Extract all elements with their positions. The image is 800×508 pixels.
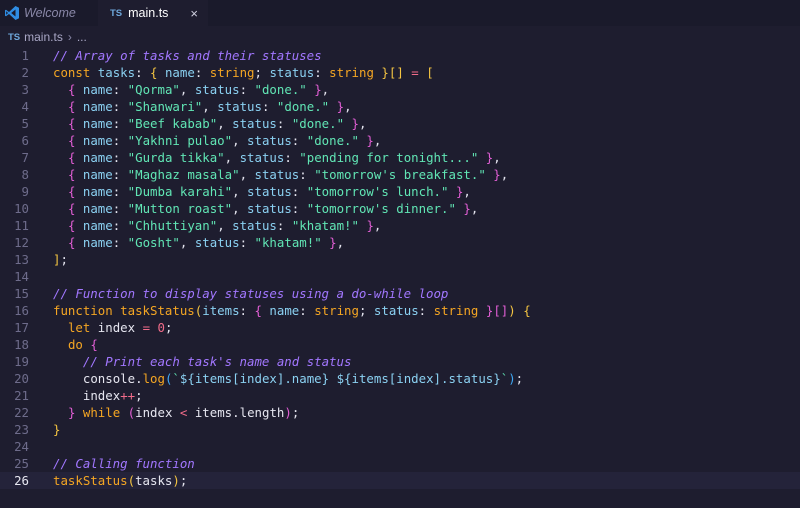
- code-line[interactable]: 23}: [0, 421, 800, 438]
- code-text: ];: [53, 252, 68, 267]
- line-number: 18: [14, 337, 29, 352]
- line-number: 5: [21, 116, 29, 131]
- code-text: } while (index < items.length);: [67, 405, 300, 420]
- code-line[interactable]: 14: [0, 268, 800, 285]
- code-text: taskStatus(tasks);: [53, 473, 188, 488]
- code-line[interactable]: 15 // Function to display statuses using …: [0, 285, 800, 302]
- code-line[interactable]: 6 { name: "Yakhni pulao", status: "done.…: [0, 132, 800, 149]
- code-line[interactable]: 21 index++;: [0, 387, 800, 404]
- code-line[interactable]: 1 // Array of tasks and their statuses: [0, 47, 800, 64]
- code-line[interactable]: 8 { name: "Maghaz masala", status: "tomo…: [0, 166, 800, 183]
- code-text: // Array of tasks and their statuses: [53, 48, 322, 63]
- code-text: { name: "Chhuttiyan", status: "khatam!" …: [67, 218, 382, 233]
- line-number: 15: [14, 286, 29, 301]
- code-line[interactable]: 12 { name: "Gosht", status: "khatam!" },: [0, 234, 800, 251]
- code-text: { name: "Dumba karahi", status: "tomorro…: [67, 184, 471, 199]
- line-number: 14: [14, 269, 29, 284]
- typescript-file-icon: TS: [8, 31, 21, 43]
- line-number: 12: [14, 235, 29, 250]
- code-line[interactable]: 20 console.log(`${items[index].name} ${i…: [0, 370, 800, 387]
- code-text: // Calling function: [53, 456, 195, 471]
- code-line[interactable]: 11 { name: "Chhuttiyan", status: "khatam…: [0, 217, 800, 234]
- typescript-file-icon: TS: [110, 7, 123, 19]
- code-text: function taskStatus(items: { name: strin…: [53, 303, 531, 318]
- code-line[interactable]: 2 const tasks: { name: string; status: st…: [0, 64, 800, 81]
- code-text: { name: "Shanwari", status: "done." },: [67, 99, 352, 114]
- code-line[interactable]: 19 // Print each task's name and status: [0, 353, 800, 370]
- line-number: 24: [14, 439, 29, 454]
- code-text: do {: [67, 337, 98, 352]
- vscode-logo-icon: [5, 6, 19, 20]
- code-line[interactable]: 26 taskStatus(tasks);: [0, 472, 800, 489]
- line-number: 17: [14, 320, 29, 335]
- breadcrumb-symbol[interactable]: ...: [77, 30, 87, 44]
- code-text: }: [53, 422, 61, 437]
- line-number: 9: [21, 184, 29, 199]
- code-line[interactable]: 5 { name: "Beef kabab", status: "done." …: [0, 115, 800, 132]
- code-line[interactable]: 13];: [0, 251, 800, 268]
- line-number: 23: [14, 422, 29, 437]
- code-text: { name: "Maghaz masala", status: "tomorr…: [67, 167, 509, 182]
- line-number: 8: [21, 167, 29, 182]
- tab-welcome[interactable]: Welcome: [0, 0, 98, 26]
- code-text: { name: "Gosht", status: "khatam!" },: [67, 235, 345, 250]
- code-line[interactable]: 17 let index = 0;: [0, 319, 800, 336]
- code-line[interactable]: 9 { name: "Dumba karahi", status: "tomor…: [0, 183, 800, 200]
- line-number: 22: [14, 405, 29, 420]
- line-number: 1: [21, 48, 29, 63]
- code-line[interactable]: 18 do {: [0, 336, 800, 353]
- tab-welcome-label: Welcome: [24, 6, 76, 20]
- code-line[interactable]: 22 } while (index < items.length);: [0, 404, 800, 421]
- code-text: // Function to display statuses using a …: [53, 286, 449, 301]
- code-text: { name: "Mutton roast", status: "tomorro…: [67, 201, 479, 216]
- line-number: 2: [21, 65, 29, 80]
- code-line[interactable]: 24: [0, 438, 800, 455]
- line-number: 25: [14, 456, 29, 471]
- line-number: 6: [21, 133, 29, 148]
- line-number: 20: [14, 371, 29, 386]
- code-text: { name: "Beef kabab", status: "done." },: [67, 116, 367, 131]
- tab-main-ts-label: main.ts: [128, 6, 169, 20]
- line-number: 16: [14, 303, 29, 318]
- code-line[interactable]: 25 // Calling function: [0, 455, 800, 472]
- breadcrumb-file[interactable]: main.ts: [24, 30, 63, 44]
- chevron-right-icon: ›: [67, 30, 72, 44]
- code-line[interactable]: 3 { name: "Qorma", status: "done." },: [0, 81, 800, 98]
- code-text: console.log(`${items[index].name} ${item…: [82, 371, 524, 386]
- code-text: { name: "Qorma", status: "done." },: [67, 82, 330, 97]
- code-editor[interactable]: 1 // Array of tasks and their statuses 2 co…: [0, 47, 800, 508]
- code-line[interactable]: 10 { name: "Mutton roast", status: "tomo…: [0, 200, 800, 217]
- line-number: 4: [21, 99, 29, 114]
- breadcrumb: TS main.ts › ...: [0, 28, 87, 46]
- line-number: 21: [14, 388, 29, 403]
- code-text: let index = 0;: [67, 320, 173, 335]
- code-line[interactable]: 16 function taskStatus(items: { name: str…: [0, 302, 800, 319]
- code-text: const tasks: { name: string; status: str…: [53, 65, 434, 80]
- tab-main-ts[interactable]: TS main.ts ×: [98, 0, 208, 26]
- line-number: 10: [14, 201, 29, 216]
- code-text: index++;: [82, 388, 143, 403]
- line-number: 26: [14, 473, 29, 488]
- line-number: 7: [21, 150, 29, 165]
- code-text: // Print each task's name and status: [82, 354, 352, 369]
- code-line[interactable]: 7 { name: "Gurda tikka", status: "pendin…: [0, 149, 800, 166]
- code-line[interactable]: 4 { name: "Shanwari", status: "done." },: [0, 98, 800, 115]
- line-number: 13: [14, 252, 29, 267]
- line-number: 11: [14, 218, 29, 233]
- code-text: { name: "Yakhni pulao", status: "done." …: [67, 133, 382, 148]
- close-icon[interactable]: ×: [190, 6, 198, 21]
- tab-bar: Welcome TS main.ts ×: [0, 0, 800, 26]
- code-text: { name: "Gurda tikka", status: "pending …: [67, 150, 501, 165]
- line-number: 19: [14, 354, 29, 369]
- line-number: 3: [21, 82, 29, 97]
